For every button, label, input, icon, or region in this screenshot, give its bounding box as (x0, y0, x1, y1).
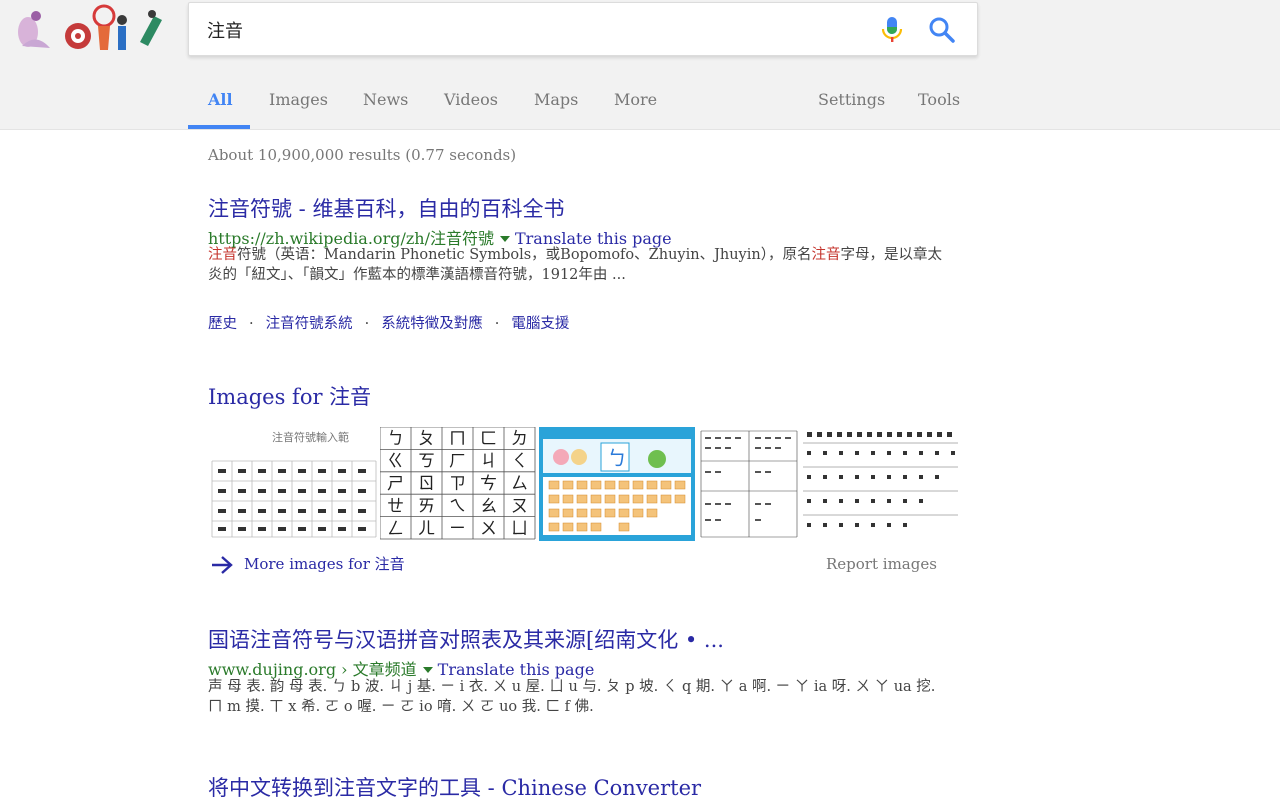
bopomofo-char: ㄙ (511, 474, 528, 494)
bopomofo-char: ㄎ (418, 452, 435, 472)
search-input[interactable] (207, 15, 857, 45)
tab-news[interactable]: News (363, 90, 408, 109)
snippet-highlight: 注音 (811, 247, 841, 263)
bopomofo-char: ㄞ (418, 496, 435, 516)
url-dropdown-icon[interactable] (499, 236, 510, 242)
tab-tools[interactable]: Tools (918, 90, 960, 109)
tab-more[interactable]: More (614, 90, 657, 109)
more-images-label: More images for 注音 (244, 555, 405, 573)
result-title[interactable]: 注音符號 - 维基百科，自由的百科全书 (208, 193, 564, 223)
url-dropdown-icon[interactable] (422, 667, 433, 673)
tab-videos[interactable]: Videos (444, 90, 498, 109)
bopomofo-char: ㄇ (449, 429, 466, 449)
bopomofo-char: ㄅ (387, 429, 404, 449)
bopomofo-char: ㄈ (480, 429, 497, 449)
search-tabs: All Images News Videos Maps More Setting… (188, 80, 978, 130)
active-tab-indicator (188, 125, 250, 129)
search-icon[interactable] (927, 15, 957, 45)
search-box (188, 2, 978, 56)
thumbnail-bopomofo-grid: ㄅㄆㄇㄈㄉㄍㄎㄏㄐㄑㄕㄖㄗㄘㄙㄝㄞㄟㄠㄡㄥㄦㄧㄨㄩ (380, 427, 536, 541)
header: All Images News Videos Maps More Setting… (0, 0, 1280, 130)
report-images-link[interactable]: Report images (826, 555, 937, 573)
sitelink-history[interactable]: 歷史 (208, 316, 237, 332)
sitelink-computer-support[interactable]: 電腦支援 (511, 316, 569, 332)
bopomofo-char: ㄟ (449, 496, 466, 516)
thumbnail-caption: 注音符號輸入範 (272, 430, 349, 444)
thumbnail-table-graphic: 注音符號輸入範 (210, 427, 378, 541)
tab-all[interactable]: All (208, 90, 233, 109)
bopomofo-char: ㄍ (387, 452, 404, 472)
microphone-icon[interactable] (879, 15, 905, 45)
bopomofo-char: ㄠ (480, 496, 497, 516)
snippet-highlight: 注音 (208, 247, 237, 263)
bopomofo-char: ㄧ (449, 519, 466, 539)
thumbnail-big-char: ㄅ (607, 446, 627, 470)
result-title[interactable]: 将中文转换到注音文字的工具 - Chinese Converter (208, 772, 701, 800)
bopomofo-char: ㄕ (387, 474, 404, 494)
bopomofo-char: ㄥ (387, 519, 404, 539)
thumbnail-chart-sheet (699, 427, 799, 541)
result-snippet: 注音符號（英语：Mandarin Phonetic Symbols，或Bopom… (208, 245, 948, 285)
tab-maps[interactable]: Maps (534, 90, 578, 109)
bopomofo-char: ㄑ (511, 452, 528, 472)
bopomofo-char: ㄗ (449, 474, 466, 494)
image-thumbnail[interactable]: ㄅㄆㄇㄈㄉㄍㄎㄏㄐㄑㄕㄖㄗㄘㄙㄝㄞㄟㄠㄡㄥㄦㄧㄨㄩ (380, 427, 536, 541)
doodle-logo[interactable] (14, 2, 170, 58)
bopomofo-char: ㄝ (387, 496, 404, 516)
thumbnail-dense-table (803, 427, 958, 541)
bopomofo-char: ㄉ (511, 429, 528, 449)
more-images-link[interactable]: More images for 注音 (210, 553, 405, 575)
sitelinks: 歷史 · 注音符號系統 · 系統特徵及對應 · 電腦支援 (208, 316, 570, 332)
bopomofo-char: ㄩ (511, 519, 528, 539)
tab-settings[interactable]: Settings (818, 90, 885, 109)
arrow-right-icon (212, 556, 233, 574)
images-heading[interactable]: Images for 注音 (208, 381, 371, 411)
bopomofo-char: ㄏ (449, 452, 466, 472)
image-strip: 注音符號輸入範 ㄅㄆㄇㄈㄉㄍㄎㄏㄐㄑㄕㄖㄗㄘㄙㄝㄞ ㄟ ㄠ ㄡ ㄥ ㄦ ㄧ ㄨ … (210, 427, 960, 541)
bopomofo-char: ㄆ (418, 429, 435, 449)
image-thumbnail[interactable] (699, 427, 799, 541)
image-thumbnail[interactable] (803, 427, 958, 541)
bopomofo-char: ㄨ (480, 519, 497, 539)
thumbnail-flashcard: ㄅ (539, 427, 695, 541)
result-snippet: 声 母 表. 韵 母 表. ㄅ b 波. ㄐ j 基. ㄧ i 衣. ㄨ u 屋… (208, 679, 936, 715)
result-title[interactable]: 国语注音符号与汉语拼音对照表及其来源[绍南文化 • ... (208, 624, 724, 654)
sitelink-system[interactable]: 注音符號系統 (266, 316, 353, 332)
image-thumbnail[interactable]: 注音符號輸入範 (210, 427, 378, 541)
bopomofo-char: ㄘ (480, 474, 497, 494)
tab-images[interactable]: Images (269, 90, 328, 109)
bopomofo-char: ㄡ (511, 496, 528, 516)
bopomofo-char: ㄦ (418, 519, 435, 539)
image-thumbnail[interactable]: ㄅ (539, 427, 695, 541)
bopomofo-char: ㄐ (480, 452, 497, 472)
results-stats: About 10,900,000 results (0.77 seconds) (208, 146, 517, 164)
bopomofo-char: ㄖ (418, 474, 435, 494)
snippet-text: 符號（英语：Mandarin Phonetic Symbols，或Bopomof… (237, 247, 812, 263)
sitelink-features[interactable]: 系統特徵及對應 (381, 316, 483, 332)
